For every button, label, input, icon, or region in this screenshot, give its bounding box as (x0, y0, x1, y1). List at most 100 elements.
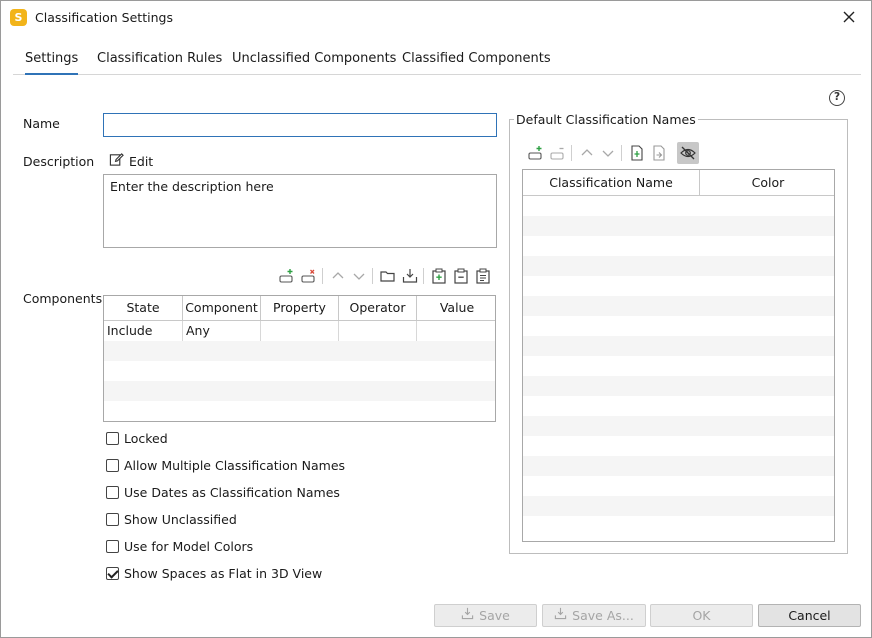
open-folder-icon[interactable] (379, 267, 397, 285)
close-icon[interactable] (839, 7, 859, 27)
move-down-icon[interactable] (350, 267, 368, 285)
hide-eye-toggle[interactable] (677, 142, 699, 164)
use-dates-checkbox[interactable]: Use Dates as Classification Names (106, 484, 340, 500)
cell-component[interactable]: Any (183, 321, 261, 341)
empty-table-row (523, 316, 834, 336)
empty-table-row (523, 236, 834, 256)
checkbox-box[interactable] (106, 458, 119, 472)
eye-slash-icon (680, 146, 696, 160)
tab-bar: Settings Classification Rules Unclassifi… (13, 47, 861, 75)
empty-table-row (104, 341, 495, 361)
tab-classification-rules[interactable]: Classification Rules (97, 51, 222, 66)
empty-table-row (523, 396, 834, 416)
classification-settings-dialog: S Classification Settings Settings Class… (0, 0, 872, 638)
empty-table-row (523, 476, 834, 496)
tab-settings[interactable]: Settings (25, 51, 79, 75)
locked-checkbox[interactable]: Locked (106, 430, 168, 446)
empty-table-row (523, 376, 834, 396)
empty-table-row (523, 456, 834, 476)
checkbox-box[interactable] (106, 539, 119, 553)
empty-table-row (523, 496, 834, 516)
cell-state[interactable]: Include (104, 321, 183, 341)
empty-table-row (104, 401, 495, 421)
checkbox-label: Locked (124, 430, 168, 446)
add-row-icon[interactable] (278, 267, 296, 285)
empty-table-row (523, 196, 834, 216)
remove-from-clipboard-icon[interactable] (452, 267, 470, 285)
name-input[interactable] (103, 113, 497, 137)
add-to-clipboard-icon[interactable] (430, 267, 448, 285)
checkbox-box[interactable] (106, 485, 119, 499)
tab-unclassified-components[interactable]: Unclassified Components (232, 51, 396, 66)
help-icon[interactable]: ? (829, 90, 845, 106)
use-for-model-colors-checkbox[interactable]: Use for Model Colors (106, 538, 253, 554)
save-icon (461, 605, 474, 626)
checkbox-label: Use Dates as Classification Names (124, 484, 340, 500)
checkbox-label: Show Unclassified (124, 511, 237, 527)
table-row[interactable]: Include Any (104, 321, 495, 341)
column-header-property[interactable]: Property (261, 296, 339, 320)
column-header-value[interactable]: Value (417, 296, 495, 320)
remove-name-icon[interactable] (549, 144, 567, 162)
empty-table-row (523, 256, 834, 276)
paste-clipboard-icon[interactable] (474, 267, 492, 285)
description-label: Description (23, 154, 95, 169)
toolbar-separator (322, 268, 323, 284)
empty-table-row (523, 276, 834, 296)
checkbox-box-checked[interactable] (106, 566, 119, 580)
column-header-classification-name[interactable]: Classification Name (523, 170, 700, 195)
show-unclassified-checkbox[interactable]: Show Unclassified (106, 511, 237, 527)
save-as-icon (554, 605, 567, 626)
toolbar-separator (372, 268, 373, 284)
empty-table-row (104, 361, 495, 381)
cell-value[interactable] (417, 321, 495, 341)
empty-table-row (523, 356, 834, 376)
import-icon[interactable] (401, 267, 419, 285)
save-button[interactable]: Save (434, 604, 537, 627)
checkbox-box[interactable] (106, 512, 119, 526)
edit-description-button[interactable]: Edit (109, 152, 153, 170)
empty-table-row (523, 416, 834, 436)
empty-table-row (523, 216, 834, 236)
column-header-state[interactable]: State (104, 296, 183, 320)
add-name-icon[interactable] (527, 144, 545, 162)
checkbox-label: Show Spaces as Flat in 3D View (124, 565, 323, 581)
move-up-icon[interactable] (578, 144, 596, 162)
column-header-operator[interactable]: Operator (339, 296, 417, 320)
app-logo-icon: S (10, 9, 27, 26)
table-header: State Component Property Operator Value (104, 296, 495, 321)
remove-row-icon[interactable] (300, 267, 318, 285)
toolbar-separator (423, 268, 424, 284)
edit-label: Edit (129, 153, 154, 169)
toolbar-separator (571, 145, 572, 161)
save-as-button[interactable]: Save As... (542, 604, 646, 627)
toolbar-separator (621, 145, 622, 161)
export-names-icon[interactable] (650, 144, 668, 162)
cell-property[interactable] (261, 321, 339, 341)
components-table[interactable]: State Component Property Operator Value … (103, 295, 496, 422)
components-label: Components (23, 291, 103, 306)
save-label: Save (479, 608, 510, 623)
move-up-icon[interactable] (329, 267, 347, 285)
description-field[interactable]: Enter the description here (103, 174, 497, 248)
save-as-label: Save As... (572, 608, 634, 623)
column-header-component[interactable]: Component (183, 296, 261, 320)
empty-table-row (523, 436, 834, 456)
column-header-color[interactable]: Color (700, 170, 834, 195)
classification-names-table[interactable]: Classification Name Color (522, 169, 835, 542)
ok-button[interactable]: OK (650, 604, 753, 627)
allow-multiple-names-checkbox[interactable]: Allow Multiple Classification Names (106, 457, 345, 473)
empty-table-row (523, 516, 834, 536)
tab-classified-components[interactable]: Classified Components (402, 51, 551, 66)
import-names-icon[interactable] (628, 144, 646, 162)
checkbox-label: Use for Model Colors (124, 538, 254, 554)
default-names-title: Default Classification Names (514, 112, 698, 127)
cancel-button[interactable]: Cancel (758, 604, 861, 627)
title-bar: S Classification Settings (1, 1, 871, 33)
pencil-edit-icon (109, 152, 124, 170)
checkbox-box[interactable] (106, 431, 119, 445)
empty-table-row (523, 296, 834, 316)
show-spaces-flat-checkbox[interactable]: Show Spaces as Flat in 3D View (106, 565, 322, 581)
move-down-icon[interactable] (599, 144, 617, 162)
cell-operator[interactable] (339, 321, 417, 341)
